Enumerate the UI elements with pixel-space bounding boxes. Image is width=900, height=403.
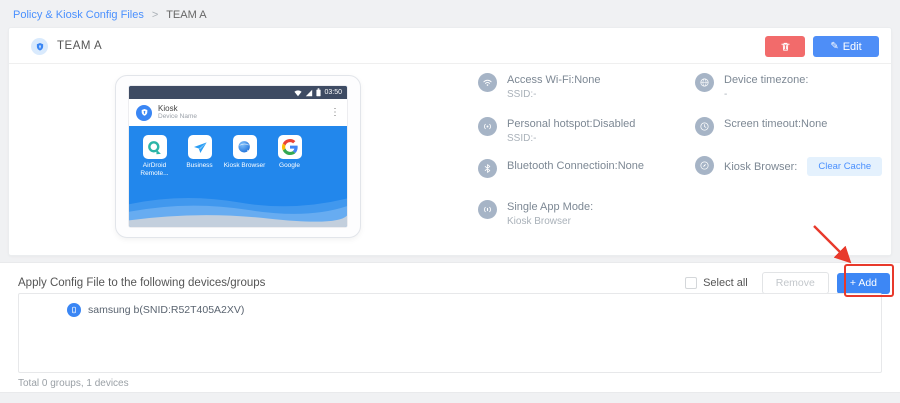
shield-lock-icon xyxy=(141,108,147,116)
breadcrumb-current: TEAM A xyxy=(166,9,207,21)
select-all-label[interactable]: Select all xyxy=(703,277,748,289)
status-bar: 03:50 xyxy=(129,86,347,99)
totals-text: Total 0 groups, 1 devices xyxy=(18,378,129,389)
apps-row: AirDroid Remote... Business Kiosk Browse… xyxy=(132,135,312,178)
kiosk-config-page: Policy & Kiosk Config Files > TEAM A TEA… xyxy=(0,0,900,403)
config-detail-card: TEAM A ✎ Edit 03:50 Kiosk Device Name ⋮ … xyxy=(8,27,892,256)
browser-compass-icon xyxy=(695,156,714,175)
airdroid-remote-icon xyxy=(142,135,167,159)
app-google[interactable]: Google xyxy=(267,135,312,178)
shield-icon xyxy=(36,42,43,51)
device-group-list: samsung b(SNID:R52T405A2XV) xyxy=(18,293,882,373)
select-all-checkbox[interactable] xyxy=(685,277,698,289)
device-preview-screen: 03:50 Kiosk Device Name ⋮ AirDroid Remot… xyxy=(128,85,348,228)
edit-button[interactable]: ✎ Edit xyxy=(813,36,879,57)
setting-title: Single App Mode: xyxy=(507,201,594,213)
single-app-mode-icon xyxy=(478,200,497,219)
apply-panel-title: Apply Config File to the following devic… xyxy=(18,277,266,289)
device-name: samsung b(SNID:R52T405A2XV) xyxy=(88,304,245,316)
signal-status-icon xyxy=(306,89,313,96)
apply-config-panel: Apply Config File to the following devic… xyxy=(0,262,900,393)
timezone-icon xyxy=(695,73,714,92)
setting-subtitle: SSID:- xyxy=(507,133,537,144)
device-list-item[interactable]: samsung b(SNID:R52T405A2XV) xyxy=(19,294,881,317)
setting-title: Device timezone: xyxy=(724,74,809,86)
kiosk-app-title: Kiosk xyxy=(158,103,178,113)
app-label: Kiosk Browser xyxy=(223,162,266,169)
app-label: AirDroid Remote... xyxy=(140,162,169,178)
page-title: TEAM A xyxy=(57,40,103,52)
bluetooth-icon xyxy=(478,159,497,178)
hotspot-icon xyxy=(478,117,497,136)
remove-button[interactable]: Remove xyxy=(761,272,829,294)
app-label: Google xyxy=(279,162,300,169)
pencil-icon: ✎ xyxy=(830,41,839,52)
setting-wifi: Access Wi-Fi:None SSID:- xyxy=(478,73,601,100)
kiosk-logo-icon xyxy=(136,104,152,121)
setting-title: Screen timeout:None xyxy=(724,118,828,130)
setting-subtitle: SSID:- xyxy=(507,89,537,100)
kiosk-device-name: Device Name xyxy=(158,113,198,121)
app-airdroid-remote[interactable]: AirDroid Remote... xyxy=(132,135,177,178)
breadcrumb-separator: > xyxy=(151,9,159,21)
setting-title: Access Wi-Fi:None xyxy=(507,74,601,86)
wifi-icon xyxy=(478,73,497,92)
config-file-icon xyxy=(31,38,48,55)
kiosk-homescreen: AirDroid Remote... Business Kiosk Browse… xyxy=(129,126,347,227)
setting-subtitle: - xyxy=(724,89,728,100)
trash-icon xyxy=(780,42,790,51)
setting-screen-timeout: Screen timeout:None xyxy=(695,117,827,136)
screen-timeout-icon xyxy=(695,117,714,136)
setting-subtitle: Kiosk Browser xyxy=(507,216,571,227)
card-header: TEAM A ✎ Edit xyxy=(9,28,891,64)
setting-title: Kiosk Browser: xyxy=(724,160,798,173)
app-label: Business xyxy=(186,162,213,169)
breadcrumb: Policy & Kiosk Config Files > TEAM A xyxy=(13,9,207,21)
google-icon xyxy=(277,135,302,159)
status-time: 03:50 xyxy=(324,89,342,96)
overflow-menu-icon[interactable]: ⋮ xyxy=(330,107,340,118)
kiosk-browser-icon xyxy=(232,135,257,159)
battery-status-icon xyxy=(316,88,322,97)
setting-title: Bluetooth Connectioin:None xyxy=(507,160,644,172)
appbar-titles: Kiosk Device Name xyxy=(158,103,198,121)
add-button[interactable]: + Add xyxy=(836,272,890,294)
setting-kiosk-browser: Kiosk Browser: Clear Cache xyxy=(695,156,883,176)
wifi-status-icon xyxy=(294,89,303,96)
breadcrumb-link-config-files[interactable]: Policy & Kiosk Config Files xyxy=(13,9,144,21)
setting-single-app-mode: Single App Mode: Kiosk Browser xyxy=(478,200,593,227)
delete-button[interactable] xyxy=(765,36,805,57)
panel-controls: Select all Remove + Add xyxy=(685,272,890,294)
setting-hotspot: Personal hotspot:Disabled SSID:- xyxy=(478,117,635,144)
device-preview-frame: 03:50 Kiosk Device Name ⋮ AirDroid Remot… xyxy=(115,75,361,238)
setting-bluetooth: Bluetooth Connectioin:None xyxy=(478,159,644,178)
device-icon xyxy=(67,303,81,317)
business-icon xyxy=(187,135,212,159)
setting-title: Personal hotspot:Disabled xyxy=(507,118,636,130)
wallpaper-waves xyxy=(129,197,347,227)
app-business[interactable]: Business xyxy=(177,135,222,178)
edit-button-label: Edit xyxy=(842,40,862,53)
app-kiosk-browser[interactable]: Kiosk Browser xyxy=(222,135,267,178)
kiosk-app-bar: Kiosk Device Name ⋮ xyxy=(129,99,347,126)
clear-cache-button[interactable]: Clear Cache xyxy=(807,157,883,176)
setting-timezone: Device timezone: - xyxy=(695,73,808,100)
